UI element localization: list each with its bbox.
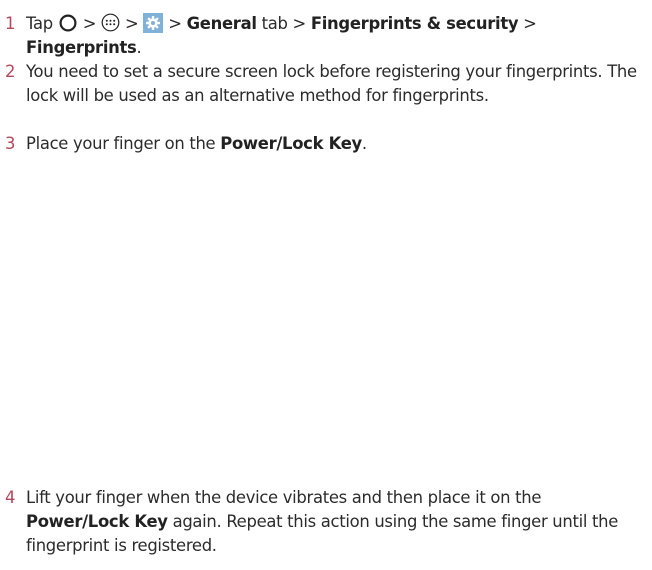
separator: > <box>292 14 306 33</box>
step-text-pre: Place your finger on the <box>26 134 216 153</box>
step-1: 1 Tap > > > General tab > Fingerprints &… <box>0 12 645 60</box>
step-number: 4 <box>5 488 16 507</box>
step-text: Place your finger on the Power/Lock Key. <box>26 132 645 156</box>
separator: > <box>124 14 139 33</box>
settings-gear-icon <box>143 12 164 33</box>
step-text: You need to set a secure screen lock bef… <box>26 62 637 105</box>
step-2: 2 You need to set a secure screen lock b… <box>0 60 645 108</box>
fingerprints-security-label: Fingerprints & security <box>310 14 519 33</box>
tab-label: tab <box>261 14 288 33</box>
period: . <box>136 38 142 57</box>
step-text: Tap > > > General tab > Fingerprints & s… <box>26 12 645 60</box>
general-label: General <box>186 14 257 33</box>
step-number: 1 <box>5 14 16 33</box>
instruction-page: 1 Tap > > > General tab > Fingerprints &… <box>0 0 652 570</box>
step-text: Lift your finger when the device vibrate… <box>26 486 645 558</box>
step-number: 3 <box>5 134 16 153</box>
apps-grid-icon <box>101 13 120 32</box>
step-3: 3 Place your finger on the Power/Lock Ke… <box>0 132 645 156</box>
step-number: 2 <box>5 62 16 81</box>
power-lock-key-label: Power/Lock Key <box>26 512 168 531</box>
home-circle-icon <box>59 13 77 32</box>
period: . <box>361 134 367 153</box>
tap-label: Tap <box>26 14 53 33</box>
fingerprints-label: Fingerprints <box>26 38 137 57</box>
separator: > <box>523 14 537 33</box>
step-4: 4 Lift your finger when the device vibra… <box>0 486 645 558</box>
power-lock-key-label: Power/Lock Key <box>220 134 362 153</box>
separator: > <box>82 14 97 33</box>
separator: > <box>168 14 182 33</box>
step-text-pre: Lift your finger when the device vibrate… <box>26 488 542 507</box>
